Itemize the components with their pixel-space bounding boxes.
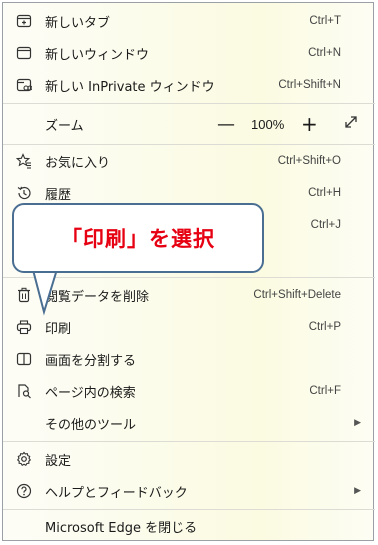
menu-item-label: ヘルプとフィードバック: [45, 485, 188, 501]
menu-item-new-window[interactable]: 新しいウィンドウ Ctrl+N: [3, 37, 375, 69]
menu-item-label: 履歴: [45, 187, 72, 203]
new-tab-icon: [15, 12, 33, 30]
shortcut-text: Ctrl+H: [308, 187, 341, 199]
shortcut-text: Ctrl+Shift+Delete: [253, 289, 341, 301]
shortcut-text: Ctrl+Shift+O: [277, 155, 341, 167]
zoom-in-button[interactable]: +: [301, 112, 318, 136]
shortcut-text: Ctrl+F: [309, 385, 341, 397]
menu-item-close-edge[interactable]: Microsoft Edge を閉じる: [3, 510, 375, 542]
annotation-callout: 「印刷」を選択: [12, 203, 264, 273]
menu-item-label: 印刷: [45, 321, 72, 337]
new-window-icon: [15, 44, 33, 62]
inprivate-window-icon: [15, 76, 33, 94]
gear-icon: [15, 450, 33, 468]
callout-text: 「印刷」を選択: [61, 227, 215, 251]
menu-item-label: その他のツール: [45, 417, 137, 433]
menu-item-label: Microsoft Edge を閉じる: [45, 520, 198, 536]
menu-divider: [3, 103, 375, 104]
menu-item-label: 画面を分割する: [45, 353, 137, 369]
zoom-label: ズーム: [45, 118, 84, 134]
menu-item-label: お気に入り: [45, 155, 111, 171]
shortcut-text: Ctrl+P: [308, 321, 341, 333]
zoom-level: 100%: [251, 116, 285, 132]
menu-item-label: 設定: [45, 453, 72, 469]
menu-item-zoom: ズーム — 100% +: [3, 107, 375, 141]
help-icon: [15, 482, 33, 500]
favorites-icon: [15, 152, 33, 170]
menu-item-label: 新しい InPrivate ウィンドウ: [45, 79, 215, 95]
menu-item-find-on-page[interactable]: ページ内の検索 Ctrl+F: [3, 375, 375, 407]
menu-item-help-feedback[interactable]: ヘルプとフィードバック ▶: [3, 475, 375, 507]
shortcut-text: Ctrl+T: [309, 15, 341, 27]
menu-item-label: 新しいウィンドウ: [45, 47, 150, 63]
fullscreen-icon[interactable]: [343, 114, 359, 134]
menu-item-split-screen[interactable]: 画面を分割する: [3, 343, 375, 375]
menu-item-more-tools[interactable]: その他のツール ▶: [3, 407, 375, 439]
menu-item-favorites[interactable]: お気に入り Ctrl+Shift+O: [3, 145, 375, 177]
shortcut-text: Ctrl+N: [308, 47, 341, 59]
find-on-page-icon: [15, 382, 33, 400]
chevron-right-icon: ▶: [354, 486, 361, 496]
shortcut-text: Ctrl+J: [310, 219, 341, 231]
menu-item-label: ページ内の検索: [45, 385, 136, 401]
menu-item-settings[interactable]: 設定: [3, 443, 375, 475]
history-icon: [15, 184, 33, 202]
shortcut-text: Ctrl+Shift+N: [278, 79, 341, 91]
chevron-right-icon: ▶: [354, 418, 361, 428]
menu-divider: [3, 441, 375, 442]
split-screen-icon: [15, 350, 33, 368]
menu-item-new-tab[interactable]: 新しいタブ Ctrl+T: [3, 5, 375, 37]
menu-item-new-inprivate-window[interactable]: 新しい InPrivate ウィンドウ Ctrl+Shift+N: [3, 69, 375, 101]
zoom-out-button[interactable]: —: [217, 114, 235, 135]
callout-pointer: [30, 266, 60, 316]
printer-icon: [15, 318, 33, 336]
menu-item-label: 新しいタブ: [45, 15, 111, 31]
